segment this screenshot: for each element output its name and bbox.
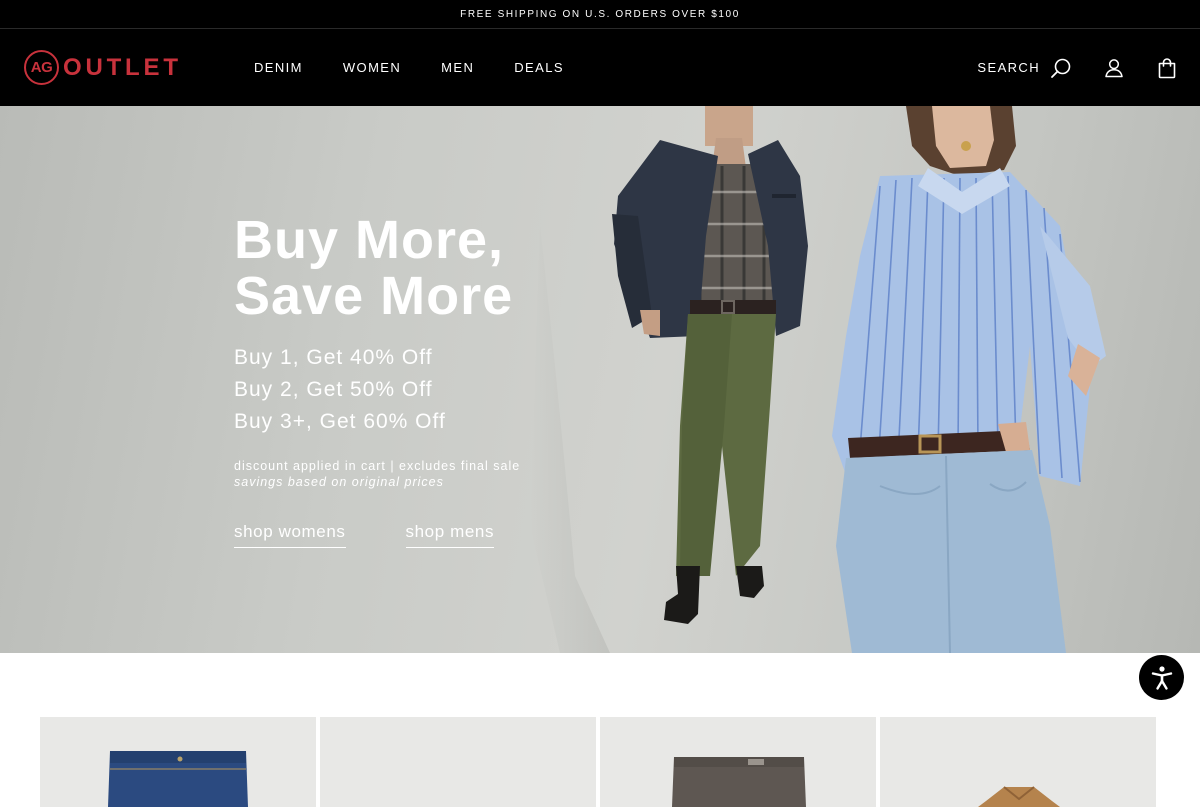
logo[interactable]: AG OUTLET — [24, 50, 182, 85]
product-tile[interactable] — [600, 717, 876, 807]
search-icon[interactable] — [1050, 57, 1072, 79]
product-tile[interactable] — [320, 717, 596, 807]
hero-ctas: shop womens shop mens — [234, 522, 564, 548]
pants-image — [672, 757, 806, 807]
hero-banner[interactable]: Buy More, Save More Buy 1, Get 40% Off B… — [0, 106, 1200, 653]
offer-line: Buy 3+, Get 60% Off — [234, 410, 446, 433]
header-utilities: SEARCH — [977, 29, 1178, 106]
accessibility-icon — [1151, 665, 1172, 690]
hero-note: discount applied in cart | excludes fina… — [234, 459, 521, 473]
jeans-image — [108, 751, 248, 807]
logo-mark: AG — [24, 50, 59, 85]
blank-image — [320, 717, 596, 807]
nav-item-denim[interactable]: DENIM — [254, 60, 303, 75]
shop-mens-link[interactable]: shop mens — [405, 522, 495, 548]
search-label[interactable]: SEARCH — [977, 60, 1040, 75]
hero-photo — [530, 106, 1106, 653]
shop-womens-link[interactable]: shop womens — [234, 522, 346, 548]
product-tile[interactable] — [880, 717, 1156, 807]
hero-title-line1: Buy More, — [234, 210, 505, 270]
nav-item-men[interactable]: MEN — [441, 60, 474, 75]
hero-title-line2: Save More — [234, 266, 514, 326]
account-icon[interactable] — [1104, 58, 1124, 78]
nav-item-women[interactable]: WOMEN — [343, 60, 401, 75]
hero-note-italic: savings based on original prices — [234, 475, 444, 489]
product-tile[interactable] — [40, 717, 316, 807]
site-header: AG OUTLET DENIM WOMEN MEN DEALS SEARCH — [0, 29, 1200, 106]
bag-icon[interactable] — [1156, 57, 1178, 79]
nav-item-deals[interactable]: DEALS — [514, 60, 564, 75]
jacket-image — [978, 786, 1060, 807]
announcement-text: FREE SHIPPING ON U.S. ORDERS OVER $100 — [460, 8, 740, 20]
offer-line: Buy 2, Get 50% Off — [234, 378, 433, 401]
offer-list: Buy 1, Get 40% Off Buy 2, Get 50% Off Bu… — [234, 342, 564, 438]
logo-word: OUTLET — [63, 53, 182, 81]
hero-title: Buy More, Save More — [234, 212, 564, 324]
product-grid — [40, 717, 1160, 807]
hero-content: Buy More, Save More Buy 1, Get 40% Off B… — [234, 212, 564, 548]
offer-line: Buy 1, Get 40% Off — [234, 346, 433, 369]
announcement-bar: FREE SHIPPING ON U.S. ORDERS OVER $100 — [0, 0, 1200, 29]
accessibility-button[interactable] — [1139, 655, 1184, 700]
main-nav: DENIM WOMEN MEN DEALS — [254, 29, 604, 106]
